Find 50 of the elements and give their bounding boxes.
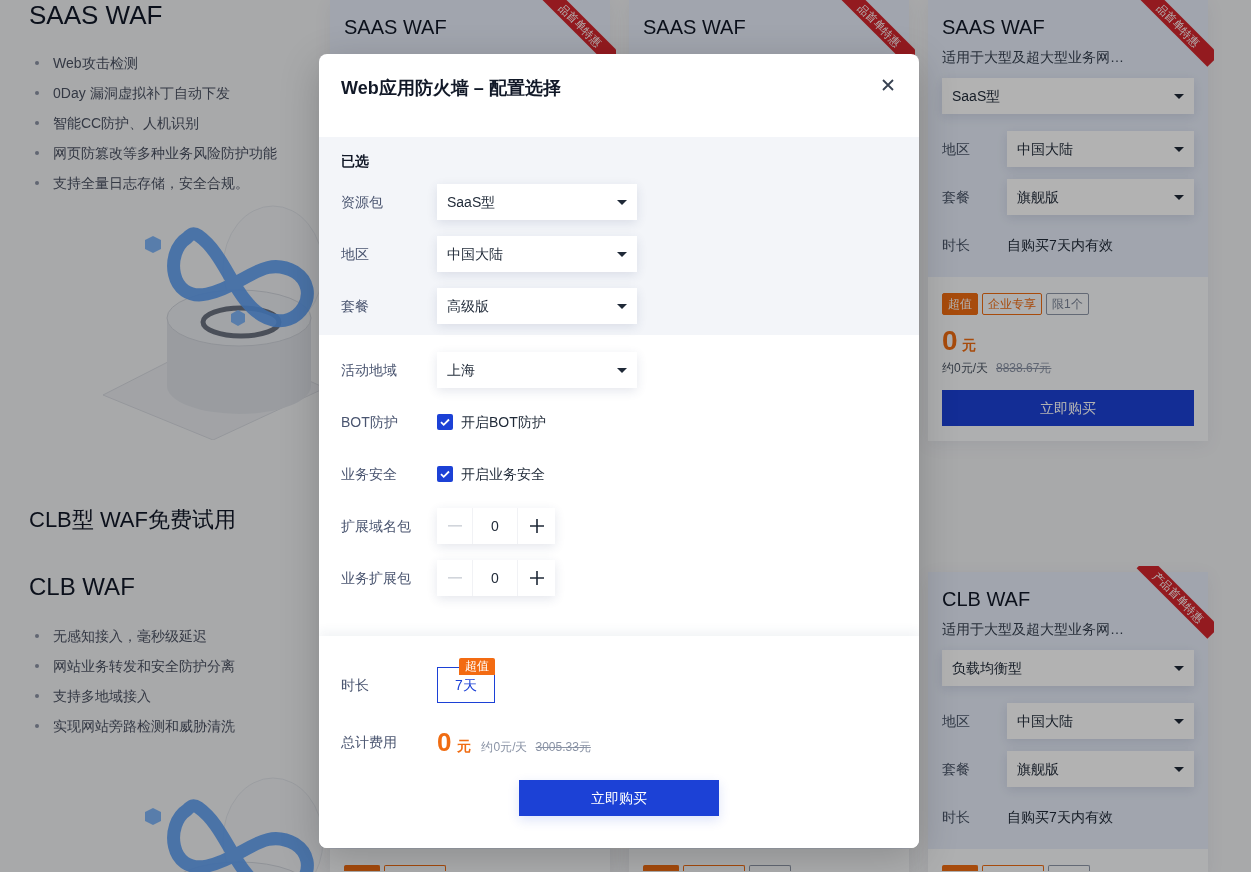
field-label: 时长 <box>942 807 971 827</box>
original-price: 8838.67元 <box>996 360 1052 377</box>
card-title: SAAS WAF <box>643 15 746 40</box>
field-value: 自购买7天内有效 <box>1007 807 1113 827</box>
price-unit: 元 <box>961 336 976 355</box>
field-label: 扩展域名包 <box>341 516 412 536</box>
field-label: 业务安全 <box>341 464 398 484</box>
feature-text: Web攻击检测 <box>53 53 138 73</box>
field-label: BOT防护 <box>341 412 399 432</box>
section-title: SAAS WAF <box>29 0 163 30</box>
section-title: CLB WAF <box>29 572 135 602</box>
price-amount: 0 <box>437 727 452 757</box>
section-heading: CLB型 WAF免费试用 <box>29 506 236 534</box>
feature-text: 无感知接入，毫秒级延迟 <box>53 626 207 646</box>
field-label: 业务扩展包 <box>341 568 412 588</box>
card-subtitle: 适用于大型及超大型业务网… <box>942 620 1124 639</box>
field-label: 套餐 <box>942 759 971 779</box>
dialog-title: Web应用防火墙 – 配置选择 <box>341 77 561 100</box>
feature-text: 智能CC防护、人机识别 <box>53 113 200 133</box>
original-price: 3005.33元 <box>535 739 591 756</box>
field-label: 资源包 <box>341 192 384 212</box>
feature-text: 实现网站旁路检测和威胁清洗 <box>53 716 235 736</box>
feature-text: 支持全量日志存储，安全合规。 <box>53 173 249 193</box>
field-label: 地区 <box>942 711 971 731</box>
offer-tag: 企业专享 <box>982 293 1042 315</box>
field-label: 活动地域 <box>341 360 398 380</box>
feature-text: 支持多地域接入 <box>53 686 151 706</box>
field-label: 时长 <box>942 235 971 255</box>
feature-text: 0Day 漏洞虚拟补丁自动下发 <box>53 83 230 103</box>
section-heading: 已选 <box>341 152 369 171</box>
price-unit: 元 <box>457 737 472 756</box>
card-subtitle: 适用于大型及超大型业务网… <box>942 48 1124 67</box>
feature-text: 网页防篡改等多种业务风险防护功能 <box>53 143 277 163</box>
field-label: 时长 <box>341 675 370 695</box>
field-label: 地区 <box>942 139 971 159</box>
daily-price: 约0元/天 <box>942 360 988 377</box>
price-amount: 0 <box>942 325 958 357</box>
deal-badge: 超值 <box>459 658 495 675</box>
offer-tag: 超值 <box>942 293 978 315</box>
card-title: CLB WAF <box>942 587 1031 612</box>
field-label: 套餐 <box>341 296 370 316</box>
field-label: 套餐 <box>942 187 971 207</box>
offer-tag: 限1个 <box>1046 293 1089 315</box>
field-value: 自购买7天内有效 <box>1007 235 1113 255</box>
daily-price: 约0元/天 <box>481 739 528 756</box>
card-title: SAAS WAF <box>942 15 1045 40</box>
card-title: SAAS WAF <box>344 15 447 40</box>
field-label: 地区 <box>341 244 370 264</box>
field-label: 总计费用 <box>341 732 398 752</box>
feature-text: 网站业务转发和安全防护分离 <box>53 656 235 676</box>
